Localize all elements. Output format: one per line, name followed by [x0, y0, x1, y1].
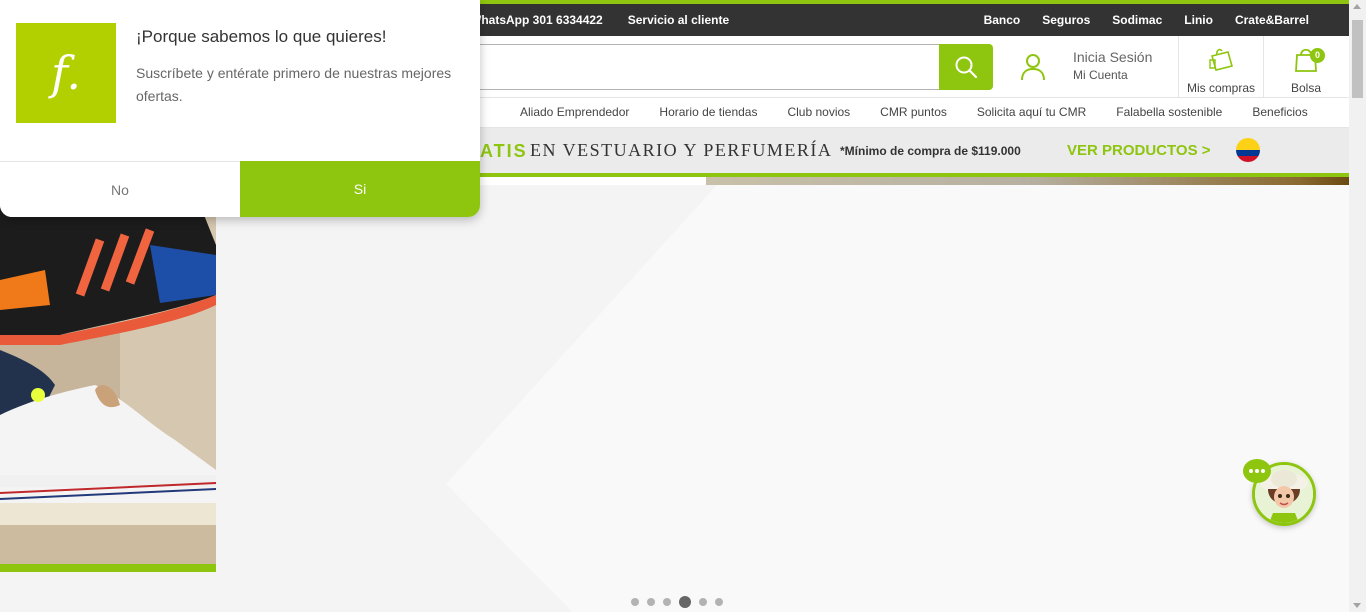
- login-label: Inicia Sesión: [1073, 49, 1153, 65]
- customer-service-link[interactable]: Servicio al cliente: [628, 13, 729, 27]
- nav-item-horario-tiendas[interactable]: Horario de tiendas: [659, 105, 757, 119]
- banco-link[interactable]: Banco: [984, 13, 1021, 27]
- carousel-dots: [631, 596, 723, 608]
- nav-item-beneficios[interactable]: Beneficios: [1252, 105, 1307, 119]
- carousel-dot-6[interactable]: [715, 598, 723, 606]
- seguros-link[interactable]: Seguros: [1042, 13, 1090, 27]
- banner-image-strip: [706, 177, 1349, 185]
- colombia-flag-icon[interactable]: [1236, 138, 1260, 162]
- linio-link[interactable]: Linio: [1184, 13, 1213, 27]
- top-bar-left-links: WhatsApp 301 6334422 Servicio al cliente: [470, 13, 729, 27]
- search-input[interactable]: [471, 45, 940, 89]
- cart-count-badge: 0: [1310, 48, 1325, 63]
- sodimac-link[interactable]: Sodimac: [1112, 13, 1162, 27]
- page-scrollbar[interactable]: [1349, 0, 1366, 612]
- nav-item-club-novios[interactable]: Club novios: [787, 105, 850, 119]
- top-bar-right-links: Banco Seguros Sodimac Linio Crate&Barrel: [984, 13, 1309, 27]
- carousel-dot-3[interactable]: [663, 598, 671, 606]
- nav-item-solicita-cmr[interactable]: Solicita aquí tu CMR: [977, 105, 1086, 119]
- search-box: [470, 44, 940, 90]
- carousel-dot-5[interactable]: [699, 598, 707, 606]
- sneakers-image[interactable]: [0, 185, 216, 572]
- chat-dots-icon[interactable]: [1243, 459, 1271, 483]
- my-purchases-label: Mis compras: [1186, 81, 1255, 95]
- promo-cta-link[interactable]: VER PRODUCTOS >: [1067, 142, 1211, 159]
- account-label: Mi Cuenta: [1073, 68, 1128, 82]
- search-button[interactable]: [939, 44, 993, 90]
- crate-barrel-link[interactable]: Crate&Barrel: [1235, 13, 1309, 27]
- carousel-dot-4[interactable]: [679, 596, 691, 608]
- scroll-down-arrow[interactable]: [1353, 603, 1361, 608]
- cart-button[interactable]: 0 Bolsa: [1266, 44, 1346, 95]
- popup-body: Suscríbete y entérate primero de nuestra…: [136, 65, 452, 104]
- login-menu[interactable]: Inicia Sesión Mi Cuenta: [1073, 49, 1152, 82]
- popup-no-button[interactable]: No: [0, 161, 240, 217]
- hero-background-shape: [446, 185, 1349, 612]
- popup-yes-button[interactable]: Si: [240, 161, 480, 217]
- scroll-up-arrow[interactable]: [1353, 4, 1361, 9]
- search-icon: [955, 56, 978, 79]
- promo-min-purchase: *Mínimo de compra de $119.000: [840, 144, 1021, 158]
- logo-glyph: f.: [50, 46, 81, 100]
- cart-label: Bolsa: [1290, 81, 1322, 95]
- divider: [1263, 36, 1264, 98]
- subscribe-popup: f. ¡Porque sabemos lo que quieres! Suscr…: [0, 0, 480, 217]
- nav-item-aliado-emprendedor[interactable]: Aliado Emprendedor: [520, 105, 629, 119]
- divider: [1178, 36, 1179, 98]
- nav-item-cmr-puntos[interactable]: CMR puntos: [880, 105, 947, 119]
- promo-highlight: ATIS: [480, 141, 528, 161]
- popup-title: ¡Porque sabemos lo que quieres!: [136, 27, 387, 46]
- falabella-logo: f.: [16, 23, 116, 123]
- user-icon[interactable]: [1020, 53, 1046, 86]
- carousel-dot-2[interactable]: [647, 598, 655, 606]
- scrollbar-thumb[interactable]: [1352, 20, 1363, 98]
- promo-text: EN VESTUARIO Y PERFUMERÍA: [530, 140, 833, 160]
- my-purchases-button[interactable]: Mis compras: [1180, 44, 1262, 95]
- carousel-dot-1[interactable]: [631, 598, 639, 606]
- nav-item-falabella-sostenible[interactable]: Falabella sostenible: [1116, 105, 1222, 119]
- image-accent-bar: [0, 564, 216, 572]
- shopping-bag-icon: [1209, 48, 1233, 71]
- whatsapp-link[interactable]: WhatsApp 301 6334422: [470, 13, 603, 27]
